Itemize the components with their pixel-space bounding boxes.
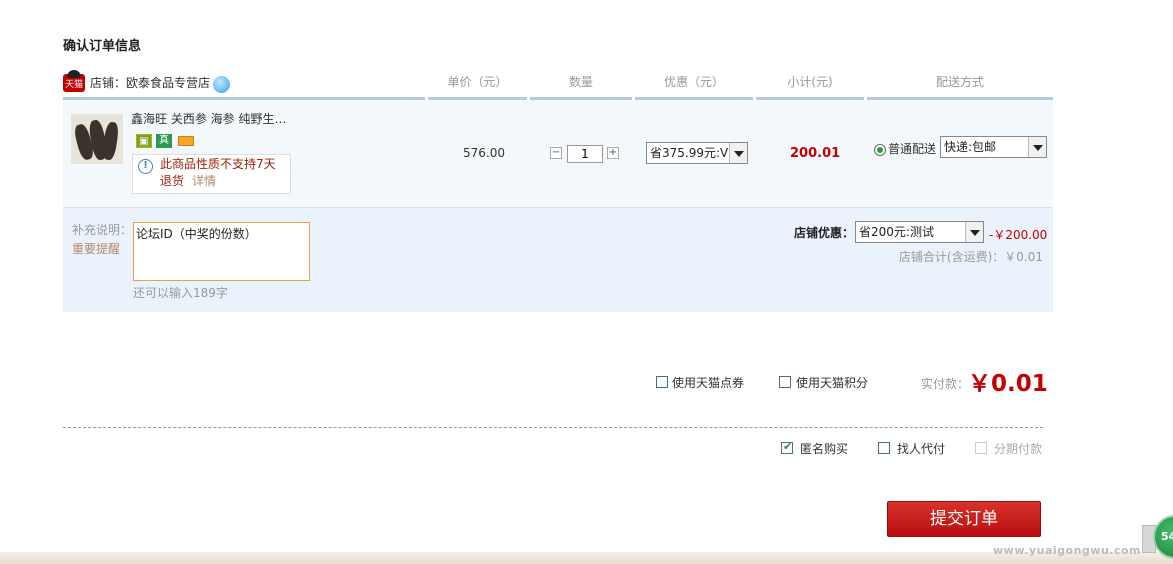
shipping-method-label: 普通配送	[888, 142, 937, 156]
guarantee-badge-icon: ▣	[136, 134, 152, 148]
item-discount-value: 省375.99元:VIP	[650, 146, 740, 160]
tmall-logo-text: 天猫	[64, 80, 83, 90]
important-notice-link[interactable]: 重要提醒	[72, 240, 120, 257]
product-name-link[interactable]: 鑫海旺 关西参 海参 纯野生…	[131, 110, 286, 127]
shipping-radio[interactable]	[874, 144, 886, 156]
genuine-badge: 真	[156, 134, 172, 148]
item-subtotal: 200.01	[790, 146, 841, 161]
quantity-increase-button[interactable]: +	[607, 147, 619, 159]
tmall-coupon-checkbox[interactable]	[656, 376, 668, 388]
proxy-pay-checkbox[interactable]	[878, 442, 890, 454]
shop-header: 天猫 店铺：欧泰食品专营店	[63, 70, 425, 100]
shop-discount-label: 店铺优惠：	[794, 226, 855, 240]
page-title: 确认订单信息	[63, 39, 142, 54]
order-table-header: 天猫 店铺：欧泰食品专营店 单价（元） 数量 优惠（元） 小计(元) 配送方式	[63, 70, 1053, 100]
payment-label: 实付款：	[921, 377, 970, 391]
order-item-row: 鑫海旺 关西参 海参 纯野生… ▣ 真 ! 此商品性质不支持7天退货 详情 576…	[63, 100, 1053, 208]
product-thumbnail[interactable]	[71, 114, 123, 164]
item-discount-select[interactable]: 省375.99元:VIP	[646, 142, 748, 164]
tmall-logo-icon: 天猫	[63, 70, 85, 92]
remaining-chars: 还可以输入189字	[133, 286, 228, 300]
info-icon: !	[138, 159, 153, 174]
anonymous-checkbox[interactable]	[781, 440, 793, 454]
watermark: www.yuaigongwu.com	[993, 544, 1142, 557]
wangwang-chat-icon[interactable]	[213, 76, 230, 93]
shop-name-link[interactable]: 店铺：欧泰食品专营店	[90, 71, 210, 95]
submit-order-button[interactable]: 提交订单	[887, 501, 1041, 537]
shipping-select[interactable]: 快递:包邮	[940, 136, 1047, 158]
anonymous-label: 匿名购买	[800, 442, 849, 456]
column-header-discount: 优惠（元）	[635, 70, 753, 100]
column-header-price: 单价（元）	[428, 70, 527, 100]
remark-textarea[interactable]: 论坛ID（中奖的份数）	[133, 222, 310, 281]
tmall-points-checkbox[interactable]	[779, 376, 791, 388]
divider	[63, 427, 1043, 428]
chevron-down-icon	[965, 222, 983, 242]
chevron-down-icon	[1028, 137, 1046, 157]
remark-label: 补充说明：	[72, 223, 133, 237]
column-header-subtotal: 小计(元)	[756, 70, 864, 100]
notice-detail-link[interactable]: 详情	[192, 174, 216, 188]
no-return-notice: ! 此商品性质不支持7天退货 详情	[132, 154, 291, 194]
remark-section: 补充说明： 重要提醒 论坛ID（中奖的份数） 还可以输入189字 店铺优惠： 省…	[63, 208, 1053, 312]
chevron-down-icon	[729, 143, 747, 163]
column-header-shipping: 配送方式	[867, 70, 1053, 100]
shop-total: 店铺合计(含运费)：￥0.01	[898, 250, 1043, 264]
unit-price: 576.00	[463, 146, 505, 160]
shop-discount-amount: -￥200.00	[989, 228, 1048, 242]
installment-label: 分期付款	[994, 442, 1043, 456]
quantity-input[interactable]	[567, 145, 603, 163]
installment-checkbox	[975, 442, 987, 454]
shipping-select-value: 快递:包邮	[944, 140, 997, 154]
column-header-quantity: 数量	[530, 70, 632, 100]
notice-text: 此商品性质不支持7天退货	[160, 157, 276, 188]
payment-amount: ￥0.01	[968, 371, 1048, 397]
shop-discount-select[interactable]: 省200元:测试	[855, 221, 984, 243]
quantity-decrease-button[interactable]: −	[550, 147, 562, 159]
shop-discount-value: 省200元:测试	[859, 225, 934, 239]
tmall-coupon-label: 使用天猫点券	[672, 376, 745, 390]
credit-card-icon	[178, 136, 194, 146]
tmall-points-label: 使用天猫积分	[796, 376, 869, 390]
proxy-pay-label: 找人代付	[897, 442, 946, 456]
